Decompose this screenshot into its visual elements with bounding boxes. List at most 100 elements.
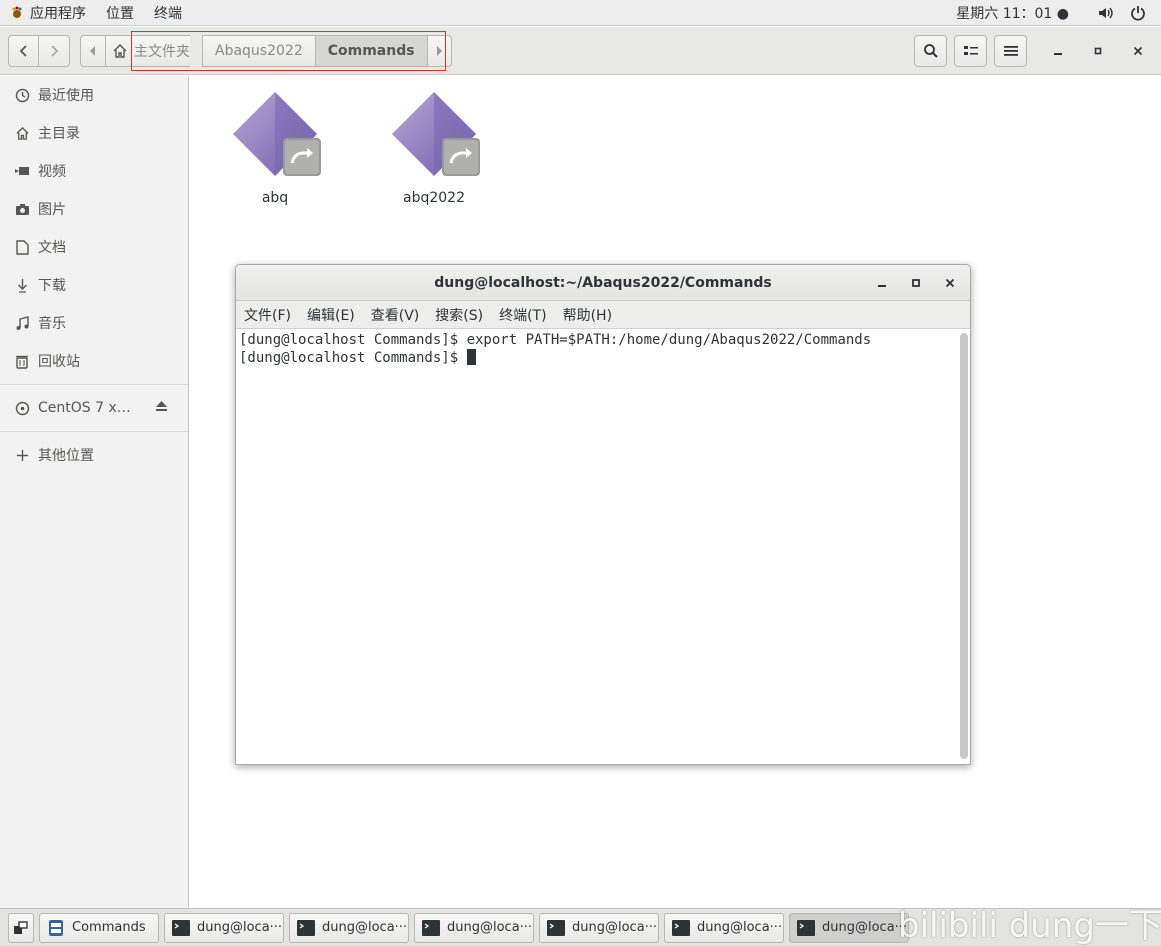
disc-icon <box>14 400 30 416</box>
chevron-left-icon <box>19 45 27 57</box>
sidebar-divider <box>0 384 188 385</box>
taskbar-item-label: dung@loca··· <box>822 920 908 935</box>
taskbar-item-label: dung@loca··· <box>197 920 283 935</box>
sidebar-item-home[interactable]: 主目录 <box>0 114 188 152</box>
show-desktop-button[interactable] <box>8 912 34 943</box>
forward-button[interactable] <box>39 35 70 67</box>
taskbar-item-terminal[interactable]: dung@loca··· <box>414 912 534 943</box>
menu-edit[interactable]: 编辑(E) <box>307 305 355 325</box>
sidebar-item-label: 主目录 <box>38 126 80 142</box>
sidebar-item-label: 其他位置 <box>38 448 94 464</box>
sidebar-item-pictures[interactable]: 图片 <box>0 190 188 228</box>
view-mode-button[interactable] <box>954 35 987 67</box>
show-desktop-icon <box>14 920 28 934</box>
close-icon <box>1133 46 1143 56</box>
terminal-menu[interactable]: 终端 <box>144 0 192 26</box>
taskbar-item-terminal[interactable]: dung@loca··· <box>664 912 784 943</box>
maximize-button[interactable] <box>1088 41 1108 61</box>
applications-label: 应用程序 <box>30 5 86 22</box>
file-name: abq2022 <box>403 190 465 206</box>
breadcrumb-label-abaqus: Abaqus2022 <box>215 43 303 59</box>
sidebar-item-label: 音乐 <box>38 316 66 332</box>
terminal-icon <box>297 919 315 936</box>
sidebar-item-other-locations[interactable]: 其他位置 <box>0 436 188 474</box>
terminal-minimize-button[interactable] <box>872 273 892 293</box>
plus-icon <box>14 447 30 463</box>
menu-view[interactable]: 查看(V) <box>371 305 420 325</box>
terminal-close-button[interactable] <box>940 273 960 293</box>
sidebar-item-device[interactable]: CentOS 7 x… <box>0 389 188 427</box>
terminal-menubar: 文件(F) 编辑(E) 查看(V) 搜索(S) 终端(T) 帮助(H) <box>236 301 970 329</box>
breadcrumb-home[interactable]: 主文件夹 <box>106 35 190 67</box>
breadcrumb-abaqus2022[interactable]: Abaqus2022 <box>202 35 316 67</box>
breadcrumb-label-commands: Commands <box>327 43 415 59</box>
sidebar-item-label: 图片 <box>38 202 66 218</box>
maximize-icon <box>1094 47 1102 55</box>
terminal-titlebar[interactable]: dung@localhost:~/Abaqus2022/Commands <box>236 265 970 301</box>
sidebar-item-label: 下载 <box>38 278 66 294</box>
triangle-left-icon <box>90 46 95 56</box>
breadcrumb-commands[interactable]: Commands <box>315 35 428 67</box>
terminal-prompt-line: [dung@localhost Commands]$ <box>239 349 970 367</box>
sidebar-item-trash[interactable]: 回收站 <box>0 342 188 380</box>
breadcrumb-scroll-left[interactable] <box>80 35 106 67</box>
triangle-right-icon <box>437 46 443 56</box>
taskbar-item-terminal[interactable]: dung@loca··· <box>539 912 659 943</box>
music-icon <box>14 315 30 331</box>
download-icon <box>14 277 30 293</box>
text-cursor <box>466 349 476 365</box>
back-button[interactable] <box>8 35 39 67</box>
sidebar-item-recent[interactable]: 最近使用 <box>0 76 188 114</box>
terminal-icon <box>547 919 565 936</box>
applications-menu[interactable]: 应用程序 <box>0 0 96 26</box>
close-button[interactable] <box>1128 41 1148 61</box>
power-icon[interactable] <box>1129 4 1147 22</box>
home-icon <box>113 44 127 58</box>
clock[interactable]: 星期六 11：01 ● <box>956 3 1069 23</box>
taskbar-item-terminal[interactable]: dung@loca··· <box>289 912 409 943</box>
maximize-icon <box>912 279 920 287</box>
sidebar-item-videos[interactable]: 视频 <box>0 152 188 190</box>
terminal-label: 终端 <box>154 5 182 22</box>
terminal-window: dung@localhost:~/Abaqus2022/Commands 文件(… <box>235 264 971 765</box>
terminal-icon <box>672 919 690 936</box>
sidebar-item-music[interactable]: 音乐 <box>0 304 188 342</box>
minimize-button[interactable] <box>1048 41 1068 61</box>
sidebar-item-downloads[interactable]: 下载 <box>0 266 188 304</box>
camera-icon <box>14 201 30 217</box>
video-icon <box>14 163 30 179</box>
clock-icon <box>14 87 30 103</box>
terminal-icon <box>422 919 440 936</box>
terminal-icon <box>797 919 815 936</box>
places-label: 位置 <box>106 5 134 22</box>
breadcrumb-label-home: 主文件夹 <box>134 44 190 60</box>
menu-help[interactable]: 帮助(H) <box>563 305 612 325</box>
sidebar-item-label: 回收站 <box>38 354 80 370</box>
taskbar-item-label: dung@loca··· <box>322 920 408 935</box>
terminal-scrollbar[interactable] <box>960 333 968 759</box>
menu-terminal[interactable]: 终端(T) <box>499 305 546 325</box>
file-item-abq[interactable]: abq <box>220 90 330 206</box>
breadcrumb: 主文件夹 Abaqus2022 Commands <box>80 35 452 67</box>
places-menu[interactable]: 位置 <box>96 0 144 26</box>
menu-button[interactable] <box>994 35 1027 67</box>
search-icon <box>923 44 938 58</box>
taskbar-item-terminal[interactable]: dung@loca··· <box>164 912 284 943</box>
terminal-output[interactable]: [dung@localhost Commands]$ export PATH=$… <box>236 329 970 763</box>
volume-icon[interactable] <box>1097 4 1115 22</box>
taskbar-item-files[interactable]: Commands <box>39 912 159 943</box>
menu-file[interactable]: 文件(F) <box>244 305 291 325</box>
menu-search[interactable]: 搜索(S) <box>435 305 483 325</box>
taskbar-item-label: dung@loca··· <box>572 920 658 935</box>
gnome-foot-icon <box>12 6 22 18</box>
eject-icon[interactable] <box>155 400 168 416</box>
file-item-abq2022[interactable]: abq2022 <box>379 90 489 206</box>
sidebar-item-documents[interactable]: 文档 <box>0 228 188 266</box>
terminal-title: dung@localhost:~/Abaqus2022/Commands <box>434 274 772 291</box>
search-button[interactable] <box>914 35 947 67</box>
breadcrumb-scroll-right[interactable] <box>427 35 452 67</box>
close-icon <box>945 278 955 288</box>
file-cabinet-icon <box>49 919 63 936</box>
terminal-maximize-button[interactable] <box>906 273 926 293</box>
taskbar-item-terminal-active[interactable]: dung@loca··· <box>789 912 909 943</box>
